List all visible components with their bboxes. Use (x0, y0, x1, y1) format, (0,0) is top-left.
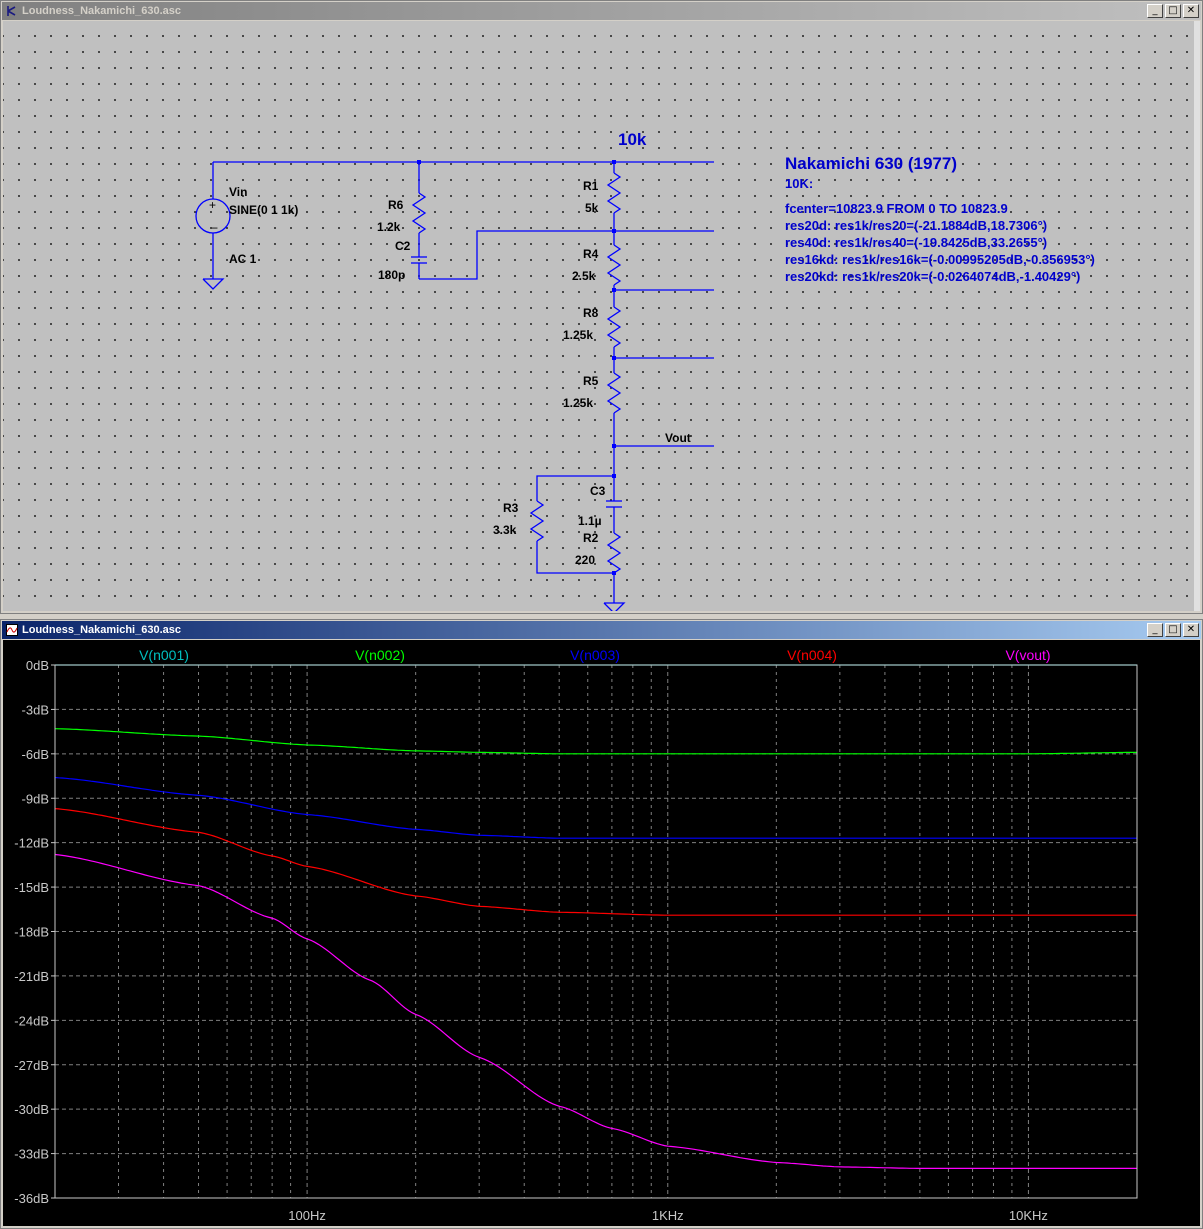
y-tick-label: 0dB (26, 658, 49, 673)
legend-vn003[interactable]: V(n003) (570, 647, 620, 663)
legend-vn002[interactable]: V(n002) (355, 647, 405, 663)
r8-value: 1.25k (563, 328, 593, 342)
r3-resistor-symbol[interactable] (529, 500, 545, 542)
waveform-app-icon (5, 623, 19, 637)
schematic-canvas[interactable]: + − Vin SINE(0 1 1k) AC 1 R6 1.2k C2 180… (3, 21, 1200, 611)
vin-ac-label: AC 1 (229, 252, 257, 266)
y-tick-label: -6dB (22, 747, 49, 762)
vout-net-label: Vout (665, 431, 691, 445)
close-button[interactable]: ✕ (1183, 623, 1199, 637)
y-tick-label: -21dB (14, 969, 49, 984)
r8-ref: R8 (583, 306, 599, 320)
plot-window-title: Loudness_Nakamichi_630.asc (22, 624, 181, 636)
r4-resistor-symbol[interactable] (606, 244, 622, 286)
x-tick-label: 10KHz (1009, 1208, 1048, 1223)
trace-vn002[interactable] (54, 728, 1137, 755)
schematic-scrollbar[interactable] (1194, 21, 1200, 611)
annotation-line-5: res20kd: res1k/res20k=(-0.0264074dB,-1.4… (785, 269, 1080, 284)
r5-ref: R5 (583, 374, 599, 388)
annotation-line-3: res40d: res1k/res40=(-19.8425dB,33.2655°… (785, 235, 1047, 250)
r1-ref: R1 (583, 179, 599, 193)
schematic-window[interactable]: Loudness_Nakamichi_630.asc _ □ ✕ + − Vin… (0, 0, 1203, 614)
y-tick-label: -30dB (14, 1102, 49, 1117)
x-tick-label: 1KHz (652, 1208, 684, 1223)
c3-value: 1.1µ (578, 514, 602, 528)
minus-sign: − (211, 221, 218, 235)
maximize-button[interactable]: □ (1165, 4, 1181, 18)
c2-ref: C2 (395, 239, 411, 253)
net-label-10k: 10k (618, 130, 647, 149)
plot-titlebar[interactable]: Loudness_Nakamichi_630.asc _ □ ✕ (2, 621, 1201, 639)
close-button[interactable]: ✕ (1183, 4, 1199, 18)
c3-ref: C3 (590, 484, 606, 498)
r2-ref: R2 (583, 531, 599, 545)
legend-vvout[interactable]: V(vout) (1005, 647, 1050, 663)
plot-window[interactable]: Loudness_Nakamichi_630.asc _ □ ✕ 0dB -3dB… (0, 619, 1203, 1229)
y-tick-label: -36dB (14, 1191, 49, 1206)
annotation-title: Nakamichi 630 (1977) (785, 154, 957, 173)
r2-resistor-symbol[interactable] (606, 532, 622, 574)
r4-ref: R4 (583, 247, 599, 261)
y-tick-label: -3dB (22, 702, 49, 717)
c2-value: 180p (378, 268, 405, 282)
r1-value: 5k (585, 201, 599, 215)
plus-sign: + (209, 198, 216, 212)
plot-canvas[interactable]: 0dB -3dB -6dB -9dB -12dB -15dB -18dB -21dB -24dB… (3, 640, 1200, 1226)
y-tick-label: -12dB (14, 836, 49, 851)
r3-ref: R3 (503, 501, 519, 515)
r6-value: 1.2k (377, 220, 401, 234)
r4-value: 2.5k (572, 269, 596, 283)
r2-value: 220 (575, 553, 595, 567)
y-tick-label: -9dB (22, 791, 49, 806)
vin-value: SINE(0 1 1k) (229, 203, 298, 217)
schematic-app-icon (5, 4, 19, 18)
r6-resistor-symbol[interactable] (411, 192, 427, 234)
y-tick-label: -18dB (14, 925, 49, 940)
y-tick-label: -27dB (14, 1058, 49, 1073)
r1-resistor-symbol[interactable] (606, 172, 622, 214)
r8-resistor-symbol[interactable] (606, 306, 622, 348)
trace-vvout[interactable] (54, 853, 1137, 1169)
y-tick-label: -33dB (14, 1147, 49, 1162)
minimize-button[interactable]: _ (1147, 4, 1163, 18)
r3-value: 3.3k (493, 523, 517, 537)
r5-value: 1.25k (563, 396, 593, 410)
annotation-line-4: res16kd: res1k/res16k=(-0.00995205dB,-0.… (785, 252, 1095, 267)
trace-vn003[interactable] (54, 776, 1137, 839)
bode-plot[interactable]: 0dB -3dB -6dB -9dB -12dB -15dB -18dB -21dB -24dB… (3, 640, 1200, 1226)
trace-vn004[interactable] (54, 808, 1137, 916)
maximize-button[interactable]: □ (1165, 623, 1181, 637)
schematic-window-title: Loudness_Nakamichi_630.asc (22, 5, 181, 17)
r5-resistor-symbol[interactable] (606, 372, 622, 414)
annotation-subtitle: 10K: (785, 176, 813, 191)
y-tick-label: -15dB (14, 880, 49, 895)
legend-vn004[interactable]: V(n004) (787, 647, 837, 663)
y-tick-label: -24dB (14, 1013, 49, 1028)
annotation-line-2: res20d: res1k/res20=(-21.1884dB,18.7306°… (785, 218, 1047, 233)
minimize-button[interactable]: _ (1147, 623, 1163, 637)
r6-ref: R6 (388, 198, 404, 212)
annotation-line-1: fcenter=10823.9 FROM 0 TO 10823.9 (785, 201, 1008, 216)
schematic-titlebar[interactable]: Loudness_Nakamichi_630.asc _ □ ✕ (2, 2, 1201, 20)
vin-label: Vin (229, 185, 247, 199)
legend-vn001[interactable]: V(n001) (139, 647, 189, 663)
x-tick-label: 100Hz (288, 1208, 326, 1223)
